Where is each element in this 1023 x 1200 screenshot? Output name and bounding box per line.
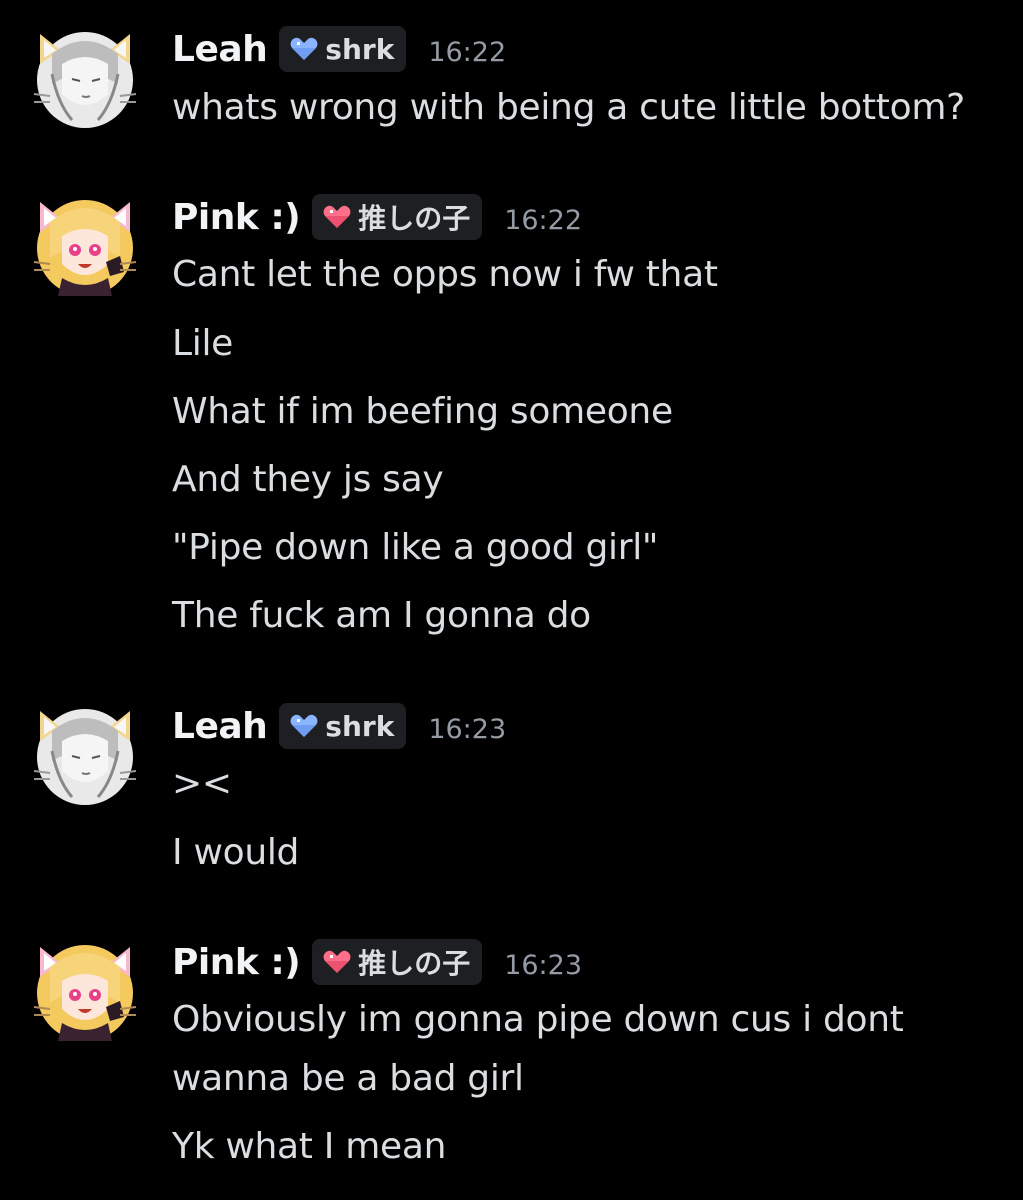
server-tag[interactable]: 推しの子 [312, 939, 483, 985]
server-tag[interactable]: shrk [279, 26, 407, 72]
message-header: Leah shrk 16:22 [172, 24, 506, 74]
username[interactable]: Leah [172, 706, 268, 747]
server-tag[interactable]: shrk [279, 703, 407, 749]
message-line[interactable]: What if im beefing someone [172, 387, 673, 437]
cat-ear-avatar-monochrome-icon [33, 32, 137, 128]
message-line[interactable]: Obviously im gonna pipe down cus i dont [172, 995, 904, 1045]
blue-heart-icon [290, 714, 318, 737]
message-line[interactable]: Lile [172, 319, 233, 369]
server-tag[interactable]: 推しの子 [312, 194, 483, 240]
message-list: Leah shrk 16:22 whats wrong with being a… [0, 0, 1023, 1200]
username[interactable]: Pink :) [172, 942, 301, 983]
message-line[interactable]: whats wrong with being a cute little bot… [172, 83, 965, 133]
message-header: Pink :) 推しの子 16:23 [172, 937, 582, 987]
message-line[interactable]: And they js say [172, 455, 444, 505]
message-line[interactable]: >< [172, 759, 232, 809]
timestamp[interactable]: 16:22 [504, 199, 582, 236]
avatar[interactable] [32, 192, 138, 298]
message-line[interactable]: I would [172, 828, 299, 878]
pink-heart-icon [323, 950, 351, 973]
timestamp[interactable]: 16:23 [504, 944, 582, 981]
message-line[interactable]: "Pipe down like a good girl" [172, 523, 658, 573]
cat-ear-avatar-blonde-icon [33, 200, 137, 296]
username[interactable]: Leah [172, 29, 268, 70]
tag-label: 推しの子 [358, 947, 471, 980]
message-header: Leah shrk 16:23 [172, 701, 506, 751]
message-line[interactable]: The fuck am I gonna do [172, 591, 591, 641]
timestamp[interactable]: 16:23 [428, 708, 506, 745]
avatar[interactable] [32, 937, 138, 1043]
message-header: Pink :) 推しの子 16:22 [172, 192, 582, 242]
message-line[interactable]: Cant let the opps now i fw that [172, 250, 718, 300]
pink-heart-icon [323, 205, 351, 228]
tag-label: shrk [325, 709, 395, 743]
username[interactable]: Pink :) [172, 197, 301, 238]
tag-label: shrk [325, 32, 395, 66]
message-line[interactable]: Yk what I mean [172, 1122, 446, 1172]
avatar[interactable] [32, 701, 138, 807]
cat-ear-avatar-blonde-icon [33, 945, 137, 1041]
tag-label: 推しの子 [358, 202, 471, 235]
blue-heart-icon [290, 37, 318, 60]
cat-ear-avatar-monochrome-icon [33, 709, 137, 805]
timestamp[interactable]: 16:22 [428, 31, 506, 68]
avatar[interactable] [32, 24, 138, 130]
message-line[interactable]: wanna be a bad girl [172, 1054, 524, 1104]
